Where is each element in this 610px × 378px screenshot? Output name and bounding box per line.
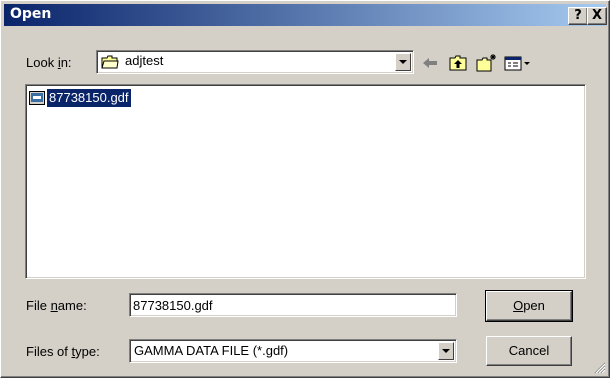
file-type-label: Files of type: (26, 344, 100, 359)
file-type-combo[interactable]: GAMMA DATA FILE (*.gdf) (129, 339, 457, 363)
close-button[interactable]: X (587, 7, 607, 25)
look-in-combo[interactable]: adjtest (96, 50, 414, 74)
title-bar[interactable]: Open ? X (4, 4, 607, 26)
cancel-button[interactable]: Cancel (486, 336, 572, 366)
view-menu-icon[interactable] (503, 53, 533, 73)
look-in-value: adjtest (125, 53, 164, 68)
up-folder-icon[interactable] (447, 53, 469, 73)
file-name-input[interactable] (133, 296, 451, 314)
window-title: Open (10, 6, 52, 22)
file-name-field[interactable] (129, 293, 457, 317)
resize-grip-icon[interactable] (594, 362, 606, 374)
folder-icon (101, 55, 119, 69)
look-in-dropdown-button[interactable] (395, 53, 411, 71)
file-type-value: GAMMA DATA FILE (*.gdf) (134, 343, 289, 358)
file-list[interactable]: 87738150.gdf (25, 84, 586, 279)
file-icon (29, 91, 45, 105)
look-in-label: Look in: (26, 55, 72, 70)
file-name-label: 87738150.gdf (46, 88, 132, 108)
new-folder-icon[interactable] (475, 53, 497, 73)
open-button[interactable]: Open (485, 290, 573, 322)
back-arrow-icon[interactable] (419, 53, 441, 73)
file-type-dropdown-button[interactable] (438, 342, 454, 360)
open-dialog: Open ? X Look in: adjtest 87738150.gdf F… (0, 0, 610, 378)
file-name-label: File name: (26, 298, 87, 313)
help-button[interactable]: ? (568, 7, 588, 25)
